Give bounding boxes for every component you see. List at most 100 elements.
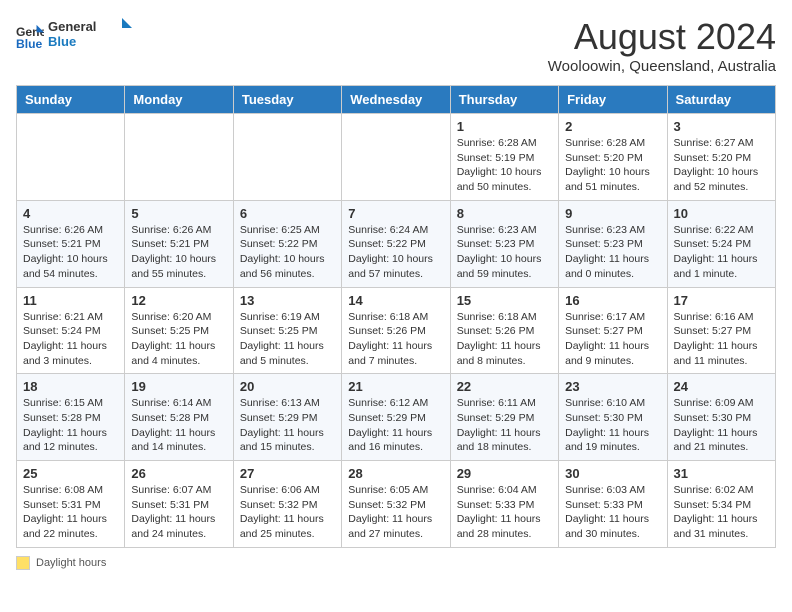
day-number: 3	[674, 119, 769, 134]
footer-note: Daylight hours	[16, 556, 776, 570]
week-row-2: 4 Sunrise: 6:26 AMSunset: 5:21 PMDaylight…	[17, 200, 776, 287]
calendar-cell: 18 Sunrise: 6:15 AMSunset: 5:28 PMDayligh…	[17, 374, 125, 461]
calendar-cell: 10 Sunrise: 6:22 AMSunset: 5:24 PMDayligh…	[667, 200, 775, 287]
cell-info: Sunrise: 6:11 AMSunset: 5:29 PMDaylight:…	[457, 396, 552, 455]
cell-info: Sunrise: 6:04 AMSunset: 5:33 PMDaylight:…	[457, 483, 552, 542]
cell-info: Sunrise: 6:28 AMSunset: 5:19 PMDaylight:…	[457, 136, 552, 195]
cell-info: Sunrise: 6:20 AMSunset: 5:25 PMDaylight:…	[131, 310, 226, 369]
calendar-cell: 12 Sunrise: 6:20 AMSunset: 5:25 PMDayligh…	[125, 287, 233, 374]
calendar-cell: 30Sunrise: 6:03 AMSunset: 5:33 PMDayligh…	[559, 461, 667, 548]
header-cell-friday: Friday	[559, 86, 667, 114]
calendar-cell: 25 Sunrise: 6:08 AMSunset: 5:31 PMDayligh…	[17, 461, 125, 548]
day-number: 21	[348, 379, 443, 394]
day-number: 6	[240, 206, 335, 221]
calendar-cell: 9Sunrise: 6:23 AMSunset: 5:23 PMDaylight…	[559, 200, 667, 287]
day-number: 20	[240, 379, 335, 394]
week-row-5: 25 Sunrise: 6:08 AMSunset: 5:31 PMDayligh…	[17, 461, 776, 548]
calendar-cell: 15 Sunrise: 6:18 AMSunset: 5:26 PMDayligh…	[450, 287, 558, 374]
day-number: 15	[457, 293, 552, 308]
day-number: 9	[565, 206, 660, 221]
day-number: 10	[674, 206, 769, 221]
cell-info: Sunrise: 6:28 AMSunset: 5:20 PMDaylight:…	[565, 136, 660, 195]
day-number: 24	[674, 379, 769, 394]
month-year-title: August 2024	[548, 16, 776, 58]
cell-info: Sunrise: 6:26 AMSunset: 5:21 PMDaylight:…	[131, 223, 226, 282]
logo: General Blue General Blue	[16, 16, 138, 57]
day-number: 29	[457, 466, 552, 481]
logo-svg: General Blue	[48, 16, 138, 52]
cell-info: Sunrise: 6:17 AMSunset: 5:27 PMDaylight:…	[565, 310, 660, 369]
cell-info: Sunrise: 6:27 AMSunset: 5:20 PMDaylight:…	[674, 136, 769, 195]
calendar-cell: 7Sunrise: 6:24 AMSunset: 5:22 PMDaylight…	[342, 200, 450, 287]
calendar-cell: 21 Sunrise: 6:12 AMSunset: 5:29 PMDayligh…	[342, 374, 450, 461]
calendar-cell: 19 Sunrise: 6:14 AMSunset: 5:28 PMDayligh…	[125, 374, 233, 461]
cell-info: Sunrise: 6:26 AMSunset: 5:21 PMDaylight:…	[23, 223, 118, 282]
calendar-cell	[342, 114, 450, 201]
cell-info: Sunrise: 6:09 AMSunset: 5:30 PMDaylight:…	[674, 396, 769, 455]
day-number: 16	[565, 293, 660, 308]
header: General Blue General Blue August 2024 Wo…	[16, 16, 776, 75]
calendar-cell	[17, 114, 125, 201]
calendar-cell: 14 Sunrise: 6:18 AMSunset: 5:26 PMDayligh…	[342, 287, 450, 374]
day-number: 28	[348, 466, 443, 481]
calendar-cell: 26 Sunrise: 6:07 AMSunset: 5:31 PMDayligh…	[125, 461, 233, 548]
day-number: 25	[23, 466, 118, 481]
cell-info: Sunrise: 6:12 AMSunset: 5:29 PMDaylight:…	[348, 396, 443, 455]
svg-text:Blue: Blue	[48, 34, 76, 49]
cell-info: Sunrise: 6:08 AMSunset: 5:31 PMDaylight:…	[23, 483, 118, 542]
calendar-cell: 4 Sunrise: 6:26 AMSunset: 5:21 PMDaylight…	[17, 200, 125, 287]
day-number: 23	[565, 379, 660, 394]
day-number: 12	[131, 293, 226, 308]
header-cell-tuesday: Tuesday	[233, 86, 341, 114]
calendar-cell	[233, 114, 341, 201]
day-number: 22	[457, 379, 552, 394]
calendar-cell: 27 Sunrise: 6:06 AMSunset: 5:32 PMDayligh…	[233, 461, 341, 548]
cell-info: Sunrise: 6:15 AMSunset: 5:28 PMDaylight:…	[23, 396, 118, 455]
cell-info: Sunrise: 6:23 AMSunset: 5:23 PMDaylight:…	[457, 223, 552, 282]
calendar-cell: 20 Sunrise: 6:13 AMSunset: 5:29 PMDayligh…	[233, 374, 341, 461]
header-cell-wednesday: Wednesday	[342, 86, 450, 114]
calendar-cell: 1 Sunrise: 6:28 AMSunset: 5:19 PMDaylight…	[450, 114, 558, 201]
cell-info: Sunrise: 6:05 AMSunset: 5:32 PMDaylight:…	[348, 483, 443, 542]
day-number: 27	[240, 466, 335, 481]
day-number: 17	[674, 293, 769, 308]
day-number: 13	[240, 293, 335, 308]
header-cell-thursday: Thursday	[450, 86, 558, 114]
cell-info: Sunrise: 6:22 AMSunset: 5:24 PMDaylight:…	[674, 223, 769, 282]
day-number: 4	[23, 206, 118, 221]
calendar-cell: 23Sunrise: 6:10 AMSunset: 5:30 PMDayligh…	[559, 374, 667, 461]
cell-info: Sunrise: 6:07 AMSunset: 5:31 PMDaylight:…	[131, 483, 226, 542]
day-number: 14	[348, 293, 443, 308]
day-number: 26	[131, 466, 226, 481]
header-cell-saturday: Saturday	[667, 86, 775, 114]
cell-info: Sunrise: 6:03 AMSunset: 5:33 PMDaylight:…	[565, 483, 660, 542]
header-cell-monday: Monday	[125, 86, 233, 114]
cell-info: Sunrise: 6:18 AMSunset: 5:26 PMDaylight:…	[457, 310, 552, 369]
day-number: 1	[457, 119, 552, 134]
day-number: 19	[131, 379, 226, 394]
calendar-cell: 8 Sunrise: 6:23 AMSunset: 5:23 PMDaylight…	[450, 200, 558, 287]
calendar-cell: 6Sunrise: 6:25 AMSunset: 5:22 PMDaylight…	[233, 200, 341, 287]
svg-text:General: General	[48, 19, 96, 34]
week-row-4: 18 Sunrise: 6:15 AMSunset: 5:28 PMDayligh…	[17, 374, 776, 461]
day-number: 8	[457, 206, 552, 221]
day-number: 11	[23, 293, 118, 308]
cell-info: Sunrise: 6:16 AMSunset: 5:27 PMDaylight:…	[674, 310, 769, 369]
cell-info: Sunrise: 6:18 AMSunset: 5:26 PMDaylight:…	[348, 310, 443, 369]
title-block: August 2024 Wooloowin, Queensland, Austr…	[548, 16, 776, 75]
location-subtitle: Wooloowin, Queensland, Australia	[548, 58, 776, 75]
day-number: 18	[23, 379, 118, 394]
cell-info: Sunrise: 6:13 AMSunset: 5:29 PMDaylight:…	[240, 396, 335, 455]
logo-icon: General Blue	[16, 23, 44, 51]
calendar-cell: 11Sunrise: 6:21 AMSunset: 5:24 PMDayligh…	[17, 287, 125, 374]
calendar-cell: 31Sunrise: 6:02 AMSunset: 5:34 PMDayligh…	[667, 461, 775, 548]
cell-info: Sunrise: 6:06 AMSunset: 5:32 PMDaylight:…	[240, 483, 335, 542]
week-row-3: 11Sunrise: 6:21 AMSunset: 5:24 PMDayligh…	[17, 287, 776, 374]
header-row: SundayMondayTuesdayWednesdayThursdayFrid…	[17, 86, 776, 114]
calendar-cell: 5Sunrise: 6:26 AMSunset: 5:21 PMDaylight…	[125, 200, 233, 287]
calendar-cell: 17 Sunrise: 6:16 AMSunset: 5:27 PMDayligh…	[667, 287, 775, 374]
calendar-cell: 28 Sunrise: 6:05 AMSunset: 5:32 PMDayligh…	[342, 461, 450, 548]
calendar-cell: 3 Sunrise: 6:27 AMSunset: 5:20 PMDaylight…	[667, 114, 775, 201]
cell-info: Sunrise: 6:14 AMSunset: 5:28 PMDaylight:…	[131, 396, 226, 455]
calendar-cell: 22 Sunrise: 6:11 AMSunset: 5:29 PMDayligh…	[450, 374, 558, 461]
